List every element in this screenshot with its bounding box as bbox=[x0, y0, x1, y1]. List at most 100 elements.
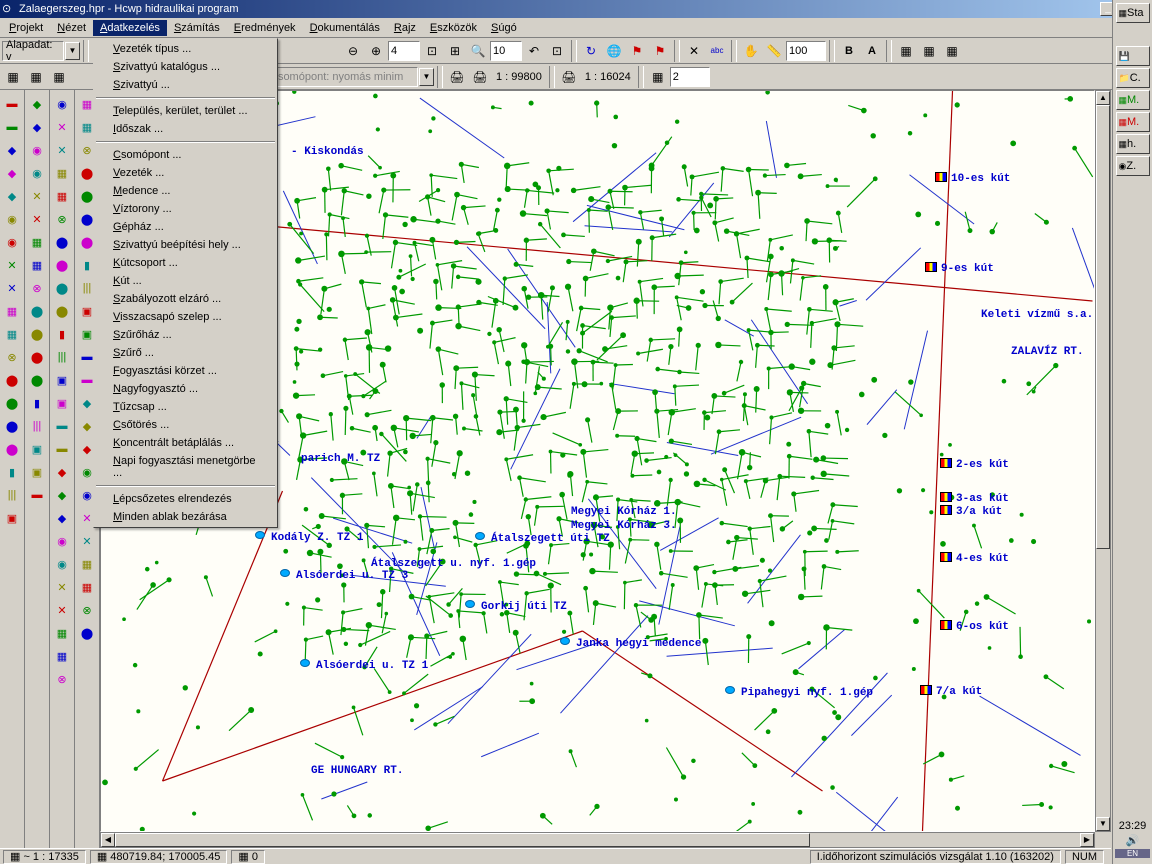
menu-projekt[interactable]: Projekt bbox=[2, 20, 50, 36]
menu-item[interactable]: Kút ... bbox=[95, 272, 276, 290]
menu-item[interactable]: Csőtörés ... bbox=[95, 416, 276, 434]
dock-btn-save[interactable]: 💾 bbox=[1116, 46, 1150, 66]
dock-btn-sta[interactable]: ▦Sta bbox=[1116, 3, 1150, 23]
scroll-left-icon[interactable]: ◀ bbox=[101, 833, 115, 847]
tool-button[interactable]: ◉ bbox=[26, 162, 48, 184]
tool-button[interactable]: ⬤ bbox=[1, 392, 23, 414]
tool-button[interactable]: ▬ bbox=[51, 438, 73, 460]
refresh-icon[interactable]: ↻ bbox=[580, 40, 602, 62]
tool-button[interactable]: ▣ bbox=[26, 438, 48, 460]
tool-button[interactable]: ◉ bbox=[51, 93, 73, 115]
tool-button[interactable]: ▦ bbox=[51, 622, 73, 644]
tool-button[interactable]: ⬤ bbox=[26, 300, 48, 322]
scrollbar-horizontal[interactable]: ◀ ▶ bbox=[100, 832, 1095, 848]
tool-button[interactable]: ✕ bbox=[1, 277, 23, 299]
tool-button[interactable]: ▣ bbox=[51, 369, 73, 391]
tool-button[interactable]: ⊗ bbox=[76, 599, 98, 621]
scroll-up-icon[interactable]: ▲ bbox=[1096, 91, 1110, 105]
tool-button[interactable]: ▦ bbox=[51, 185, 73, 207]
tool-button[interactable]: ⬤ bbox=[26, 346, 48, 368]
tool-button[interactable]: ◆ bbox=[1, 139, 23, 161]
tool-button[interactable]: ⬤ bbox=[26, 323, 48, 345]
tool-button[interactable]: ▮ bbox=[1, 461, 23, 483]
tool-button[interactable]: ◉ bbox=[51, 553, 73, 575]
print-preview-icon[interactable]: 🖨 bbox=[469, 66, 491, 88]
tool-button[interactable]: ▦ bbox=[26, 231, 48, 253]
align-icon[interactable]: A bbox=[861, 40, 883, 62]
menu-item[interactable]: Gépház ... bbox=[95, 218, 276, 236]
menu-adatkezelés[interactable]: Adatkezelés bbox=[93, 20, 167, 36]
tool-button[interactable]: ▣ bbox=[1, 507, 23, 529]
node-combo[interactable]: Csomópont: nyomás minim bbox=[266, 67, 418, 87]
tool-button[interactable]: ▦ bbox=[1, 300, 23, 322]
tool-button[interactable]: ▦ bbox=[26, 254, 48, 276]
tool-button[interactable]: ▬ bbox=[1, 116, 23, 138]
tool-button[interactable]: ✕ bbox=[1, 254, 23, 276]
scroll-thumb-h[interactable] bbox=[115, 833, 810, 847]
tool-button[interactable]: ||| bbox=[1, 484, 23, 506]
menu-dokumentálás[interactable]: Dokumentálás bbox=[303, 20, 387, 36]
menu-item[interactable]: Tűzcsap ... bbox=[95, 398, 276, 416]
tool-button[interactable]: ◉ bbox=[1, 231, 23, 253]
dock-btn-m1[interactable]: ▦M. bbox=[1116, 90, 1150, 110]
dock-btn-z[interactable]: ◉Z. bbox=[1116, 156, 1150, 176]
zoom-fit-icon[interactable]: ⊡ bbox=[421, 40, 443, 62]
hand-icon[interactable]: ✋ bbox=[740, 40, 762, 62]
menu-item[interactable]: Vezeték ... bbox=[95, 164, 276, 182]
tool-button[interactable]: ▮ bbox=[51, 323, 73, 345]
ruler-icon[interactable]: 📏 bbox=[763, 40, 785, 62]
menu-item[interactable]: Időszak ... bbox=[95, 120, 276, 138]
tool-button[interactable]: ◆ bbox=[26, 93, 48, 115]
tool-button[interactable]: ⊗ bbox=[51, 208, 73, 230]
layer-input[interactable] bbox=[670, 67, 710, 87]
tool-button[interactable]: ◉ bbox=[1, 208, 23, 230]
tool-button[interactable]: ▬ bbox=[1, 93, 23, 115]
tool-button[interactable]: ✕ bbox=[51, 139, 73, 161]
tool-button[interactable]: ||| bbox=[51, 346, 73, 368]
menu-item[interactable]: Koncentrált betáplálás ... bbox=[95, 434, 276, 452]
menu-súgó[interactable]: Súgó bbox=[484, 20, 524, 36]
tool-button[interactable]: ⬤ bbox=[1, 438, 23, 460]
zoom-icon[interactable]: 🔍 bbox=[467, 40, 489, 62]
tool-button[interactable]: ▬ bbox=[51, 415, 73, 437]
menu-item[interactable]: Víztorony ... bbox=[95, 200, 276, 218]
dock-btn-h[interactable]: ▦h. bbox=[1116, 134, 1150, 154]
tool-button[interactable]: ⬤ bbox=[51, 231, 73, 253]
menu-item[interactable]: Lépcsőzetes elrendezés bbox=[95, 490, 276, 508]
tool-button[interactable]: ▣ bbox=[26, 461, 48, 483]
tool-button[interactable]: ✕ bbox=[26, 208, 48, 230]
zoom-all-icon[interactable]: ⊡ bbox=[546, 40, 568, 62]
tool-b-icon[interactable]: ▦ bbox=[25, 66, 47, 88]
abc-icon[interactable]: abc bbox=[706, 40, 728, 62]
tool-button[interactable]: ◆ bbox=[51, 507, 73, 529]
tool-button[interactable]: ✕ bbox=[51, 599, 73, 621]
tool-button[interactable]: ▬ bbox=[26, 484, 48, 506]
dropdown-arrow-icon[interactable]: ▼ bbox=[65, 42, 80, 60]
menu-item[interactable]: Csomópont ... bbox=[95, 146, 276, 164]
tool-button[interactable]: ⬤ bbox=[1, 369, 23, 391]
tool-button[interactable]: ▦ bbox=[1, 323, 23, 345]
tool-button[interactable]: ▮ bbox=[26, 392, 48, 414]
menu-item[interactable]: Szivattyú katalógus ... bbox=[95, 58, 276, 76]
dropdown-arrow-icon[interactable]: ▼ bbox=[419, 68, 434, 86]
base-data-combo[interactable]: Alapadat: v bbox=[2, 41, 64, 61]
view-input[interactable] bbox=[490, 41, 522, 61]
menu-item[interactable]: Szabályozott elzáró ... bbox=[95, 290, 276, 308]
tool-button[interactable]: ▦ bbox=[76, 576, 98, 598]
crosshair-icon[interactable]: ✕ bbox=[683, 40, 705, 62]
tool-button[interactable]: ◉ bbox=[51, 530, 73, 552]
menu-item[interactable]: Minden ablak bezárása bbox=[95, 508, 276, 526]
zoom-input[interactable] bbox=[388, 41, 420, 61]
tool-button[interactable]: ⊗ bbox=[26, 277, 48, 299]
menu-item[interactable]: Vezeték típus ... bbox=[95, 40, 276, 58]
menu-item[interactable]: Nagyfogyasztó ... bbox=[95, 380, 276, 398]
zoom-out-icon[interactable]: ⊖ bbox=[342, 40, 364, 62]
globe-icon[interactable]: 🌐 bbox=[603, 40, 625, 62]
scroll-thumb-v[interactable] bbox=[1096, 105, 1110, 549]
menu-számítás[interactable]: Számítás bbox=[167, 20, 227, 36]
tool-button[interactable]: ▦ bbox=[51, 645, 73, 667]
chart-icon[interactable]: ▦ bbox=[918, 40, 940, 62]
tool-c-icon[interactable]: ▦ bbox=[48, 66, 70, 88]
menu-item[interactable]: Napi fogyasztási menetgörbe ... bbox=[95, 452, 276, 482]
menu-rajz[interactable]: Rajz bbox=[387, 20, 423, 36]
